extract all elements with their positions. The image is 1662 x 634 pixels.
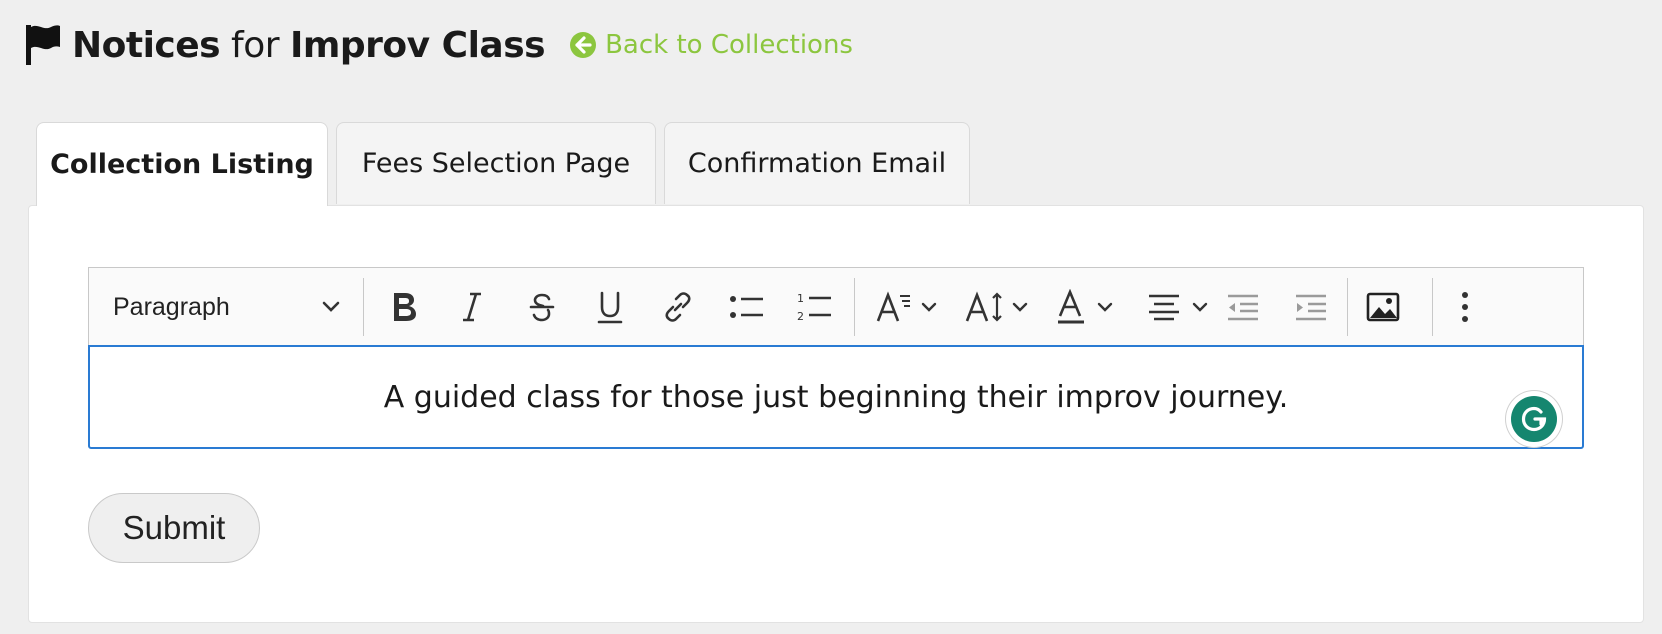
tab-collection-listing[interactable]: Collection Listing: [36, 122, 328, 206]
editor-toolbar: Paragraph 1 2: [88, 267, 1584, 345]
svg-text:1: 1: [797, 292, 804, 305]
editor-content-area[interactable]: A guided class for those just beginning …: [88, 345, 1584, 449]
arrow-circle-left-icon: [569, 31, 597, 59]
toolbar-divider: [363, 278, 364, 336]
indent-icon: [1294, 293, 1328, 321]
font-size-dropdown[interactable]: [957, 268, 1037, 346]
strikethrough-button[interactable]: [517, 268, 567, 346]
bulleted-list-button[interactable]: [721, 268, 773, 346]
toolbar-divider: [1432, 278, 1433, 336]
title-notices: Notices: [72, 24, 221, 66]
chevron-down-icon: [920, 301, 938, 313]
title-for: for: [231, 24, 280, 66]
bold-icon: [389, 290, 419, 324]
editor-content-text: A guided class for those just beginning …: [383, 379, 1289, 415]
numbered-list-icon: 12: [797, 291, 833, 323]
font-size-icon: [965, 290, 1005, 324]
outdent-icon: [1226, 293, 1260, 321]
more-vertical-icon: [1461, 291, 1469, 323]
bulleted-list-icon: [729, 292, 765, 322]
notice-tabs: Collection Listing Fees Selection Page C…: [36, 122, 978, 206]
strikethrough-icon: [527, 290, 557, 324]
back-to-collections-link[interactable]: Back to Collections: [569, 30, 853, 60]
chevron-down-icon: [1191, 301, 1209, 313]
indent-button[interactable]: [1285, 268, 1337, 346]
chevron-down-icon: [1096, 301, 1114, 313]
grammarly-icon: [1511, 396, 1557, 442]
submit-button[interactable]: Submit: [88, 493, 260, 563]
bold-button[interactable]: [379, 268, 429, 346]
grammarly-button[interactable]: [1506, 391, 1562, 447]
block-format-dropdown[interactable]: Paragraph: [97, 268, 357, 346]
toolbar-divider: [1347, 278, 1348, 336]
italic-button[interactable]: [447, 268, 497, 346]
link-button[interactable]: [653, 268, 703, 346]
page-title: Notices for Improv Class: [72, 24, 546, 66]
tab-confirmation-email[interactable]: Confirmation Email: [664, 122, 970, 204]
toolbar-divider: [854, 278, 855, 336]
alignment-dropdown[interactable]: [1139, 268, 1217, 346]
font-color-icon: [1056, 289, 1086, 325]
more-options-button[interactable]: [1443, 268, 1487, 346]
font-color-dropdown[interactable]: [1047, 268, 1123, 346]
page-header: Notices for Improv Class Back to Collect…: [24, 18, 853, 72]
italic-icon: [459, 290, 485, 324]
chevron-down-icon: [1011, 301, 1029, 313]
insert-image-button[interactable]: [1357, 268, 1409, 346]
rich-text-editor: Paragraph 1 2 A guided class for those j…: [88, 267, 1584, 450]
font-family-dropdown[interactable]: [867, 268, 947, 346]
underline-icon: [595, 289, 625, 325]
link-icon: [662, 291, 694, 323]
svg-text:2: 2: [797, 310, 804, 323]
image-icon: [1366, 292, 1400, 322]
tab-fees-selection-page[interactable]: Fees Selection Page: [336, 122, 656, 204]
outdent-button[interactable]: [1217, 268, 1269, 346]
numbered-list-button[interactable]: 12: [789, 268, 841, 346]
flag-icon: [24, 23, 62, 67]
block-format-value: Paragraph: [113, 292, 230, 321]
align-center-icon: [1147, 293, 1181, 321]
back-link-label: Back to Collections: [605, 30, 853, 60]
font-family-icon: [876, 291, 912, 323]
title-collection-name: Improv Class: [290, 24, 546, 66]
underline-button[interactable]: [585, 268, 635, 346]
chevron-down-icon: [321, 300, 341, 314]
